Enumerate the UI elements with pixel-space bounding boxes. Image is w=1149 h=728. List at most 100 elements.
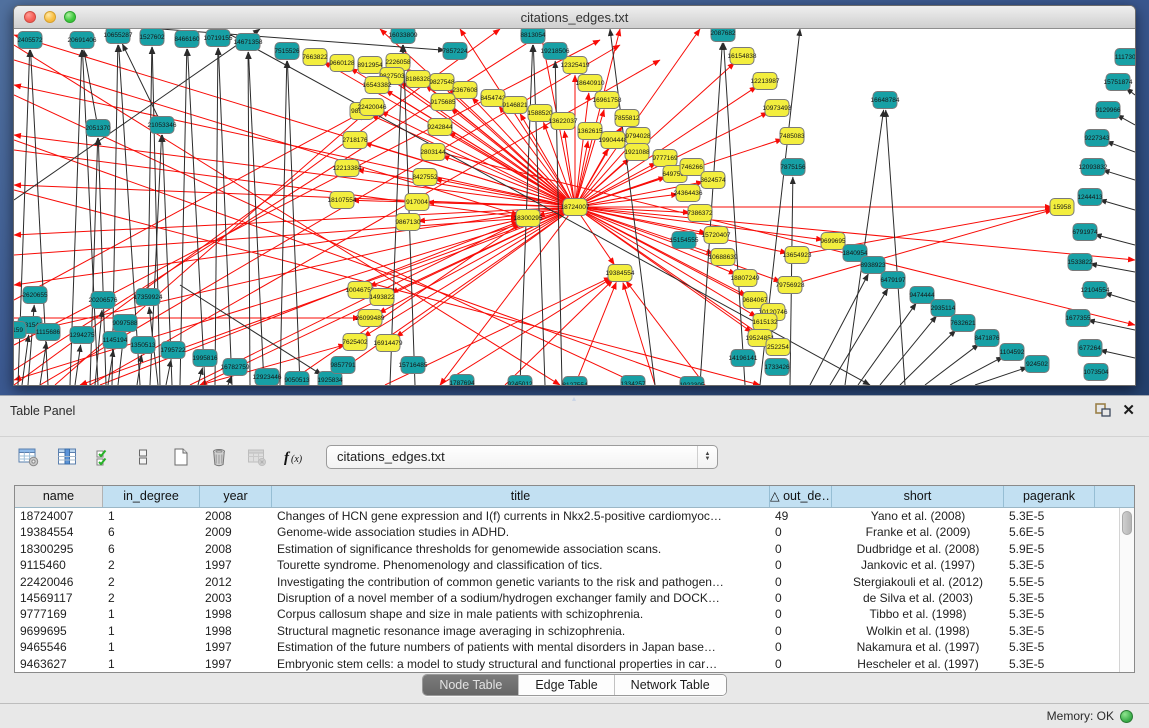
citation-edge-black: [1090, 264, 1135, 272]
cell-out_degree: 0: [770, 541, 832, 557]
graph-node-label: 10655287: [104, 32, 133, 39]
cell-year: 2008: [200, 508, 272, 524]
graph-node-label: 9699695: [820, 238, 846, 245]
graph-node-label: 1677355: [1065, 315, 1091, 322]
column-header-title[interactable]: title: [272, 486, 770, 507]
citation-edge-black: [215, 48, 218, 385]
citation-edge-red: [100, 222, 519, 385]
cell-title: Changes of HCN gene expression and I(f) …: [272, 508, 770, 524]
close-window-button[interactable]: [24, 11, 36, 23]
table-row[interactable]: 1872400712008Changes of HCN gene express…: [15, 508, 1134, 524]
select-columns-icon[interactable]: [92, 444, 118, 470]
new-column-icon[interactable]: [168, 444, 194, 470]
column-header-out_degree[interactable]: △ out_de…: [770, 486, 832, 507]
table-row[interactable]: 969969511998Structural magnetic resonanc…: [15, 623, 1134, 639]
graph-node-label: 252254: [767, 344, 789, 351]
table-row[interactable]: 946554611997Estimation of the future num…: [15, 639, 1134, 655]
scrollbar-thumb[interactable]: [1122, 511, 1132, 535]
graph-node-label: 1145194: [103, 337, 128, 344]
graph-node-label: 7386372: [687, 210, 713, 217]
citation-edge-black: [40, 342, 47, 385]
column-header-in_degree[interactable]: in_degree: [103, 486, 200, 507]
minimize-window-button[interactable]: [44, 11, 56, 23]
tab-node-table[interactable]: Node Table: [423, 675, 518, 695]
graph-node-label: 20691406: [68, 37, 97, 44]
table-scrollbar[interactable]: [1119, 508, 1134, 672]
citation-edge-red: [626, 281, 705, 385]
window-titlebar[interactable]: citations_edges.txt: [14, 6, 1135, 29]
graph-node-label: 2935114: [931, 305, 956, 312]
cell-year: 2009: [200, 524, 272, 540]
network-view[interactable]: 1872400776638229660128891295422260589827…: [14, 29, 1135, 385]
citation-edge-black: [198, 368, 202, 385]
citation-edge-red: [381, 111, 575, 207]
cell-year: 1997: [200, 639, 272, 655]
graph-node-label: 24364436: [674, 190, 703, 197]
cell-name: 18300295: [15, 541, 103, 557]
memory-status: Memory: OK: [1047, 709, 1114, 723]
column-header-year[interactable]: year: [200, 486, 272, 507]
graph-node-label: 12325419: [561, 62, 590, 69]
citation-edge-black: [188, 49, 205, 385]
citation-edge-black: [228, 376, 231, 385]
function-builder-icon[interactable]: f(x): [282, 444, 308, 470]
graph-node-label: 7875156: [780, 164, 806, 171]
cell-out_degree: 0: [770, 656, 832, 672]
cell-in_degree: 2: [103, 590, 200, 606]
graph-node-label: 13654923: [783, 252, 812, 259]
cell-title: Embryonic stem cells: a model to study s…: [272, 656, 770, 672]
citation-edge-black: [1088, 320, 1135, 330]
zoom-window-button[interactable]: [64, 11, 76, 23]
table-row[interactable]: 911546021997Tourette syndrome. Phenomeno…: [15, 557, 1134, 573]
cell-title: Disruption of a novel member of a sodium…: [272, 590, 770, 606]
float-panel-icon[interactable]: [1095, 403, 1111, 422]
citation-edge-black: [280, 61, 287, 385]
graph-node-label: 20206576: [89, 297, 118, 304]
graph-node-label: 21053346: [148, 122, 177, 129]
graph-node-label: 1115686: [36, 329, 61, 336]
cell-pagerank: 5.3E-5: [1004, 639, 1095, 655]
column-header-short[interactable]: short: [832, 486, 1004, 507]
graph-node-label: 2226058: [385, 59, 411, 66]
close-panel-icon[interactable]: ✕: [1122, 401, 1135, 419]
table-row[interactable]: 1456911722003Disruption of a novel membe…: [15, 590, 1134, 606]
graph-node-label: 1104592: [1000, 349, 1025, 356]
graph-node-label: 8186328: [405, 76, 431, 83]
graph-node-label: 15154555: [670, 237, 699, 244]
table-row[interactable]: 1938455462009Genome-wide association stu…: [15, 524, 1134, 540]
table-options-icon[interactable]: [16, 444, 42, 470]
table-row[interactable]: 946362711997Embryonic stem cells: a mode…: [15, 656, 1134, 672]
graph-node-label: 9146821: [502, 102, 528, 109]
svg-text:(x): (x): [291, 454, 303, 465]
graph-node-label: 16154838: [728, 53, 757, 60]
graph-node-label: 19218506: [541, 48, 570, 55]
delete-columns-icon[interactable]: [206, 444, 232, 470]
graph-node-label: 16914479: [374, 340, 403, 347]
cell-name: 18724007: [15, 508, 103, 524]
graph-node-label: 9794028: [625, 133, 651, 140]
table-row[interactable]: 977716911998Corpus callosum shape and si…: [15, 606, 1134, 622]
column-header-name[interactable]: name: [15, 486, 103, 507]
show-columns-icon[interactable]: [54, 444, 80, 470]
cell-short: Jankovic et al. (1997): [832, 557, 1004, 573]
svg-text:f: f: [284, 450, 291, 466]
row-options-icon[interactable]: [130, 444, 156, 470]
cell-name: 9463627: [15, 656, 103, 672]
application-desktop: citations_edges.txt 18724007766382296601…: [0, 0, 1149, 727]
graph-node-label: 12213384: [333, 165, 362, 172]
tab-network-table[interactable]: Network Table: [614, 675, 726, 695]
column-header-pagerank[interactable]: pagerank: [1004, 486, 1095, 507]
cell-pagerank: 5.3E-5: [1004, 590, 1095, 606]
graph-node-label: 14671358: [234, 39, 263, 46]
graph-node-label: 1117304: [1115, 54, 1135, 61]
graph-node-label: 15720407: [702, 232, 731, 239]
table-row[interactable]: 2242004622012Investigating the contribut…: [15, 574, 1134, 590]
tab-edge-table[interactable]: Edge Table: [518, 675, 613, 695]
table-select-dropdown[interactable]: citations_edges.txt ▲▼: [326, 445, 718, 469]
table-row[interactable]: 1830029562008Estimation of significance …: [15, 541, 1134, 557]
graph-node-label: 18300295: [514, 215, 543, 222]
network-canvas[interactable]: 1872400776638229660128891295422260589827…: [14, 29, 1135, 385]
memory-ok-indicator: [1120, 710, 1133, 723]
citation-edge-black: [858, 303, 916, 385]
graph-node-label: 18107554: [328, 197, 357, 204]
